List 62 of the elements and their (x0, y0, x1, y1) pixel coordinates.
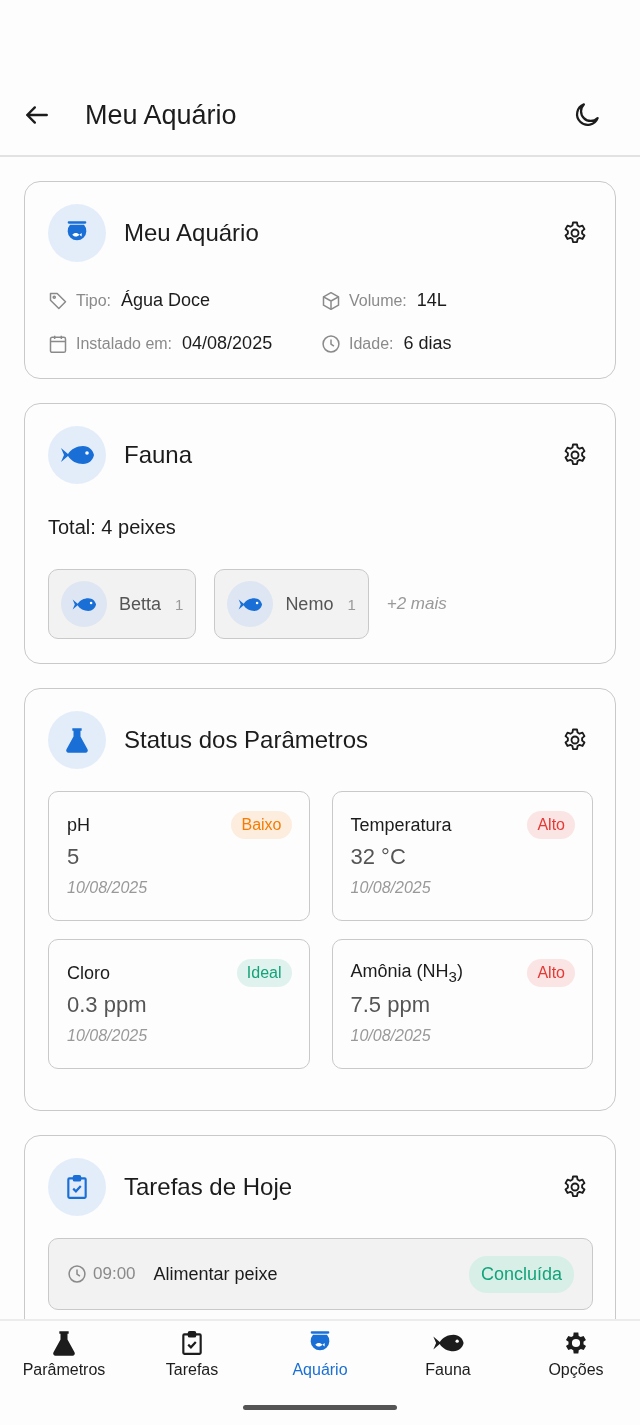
species-chip[interactable]: Betta 1 (48, 569, 197, 639)
flask-icon (63, 726, 91, 754)
fish-icon (431, 1332, 465, 1354)
task-row[interactable]: 09:00 Alimentar peixe Concluída (48, 1238, 593, 1310)
parameter-tile[interactable]: pH Baixo 5 10/08/2025 (48, 791, 310, 921)
clock-icon (67, 1264, 87, 1284)
species-chip[interactable]: Nemo 1 (214, 569, 369, 639)
detail-label: Tipo: (76, 291, 111, 310)
parameter-tile[interactable]: Temperatura Alto 32 °C 10/08/2025 (331, 791, 593, 921)
card-title: Status dos Parâmetros (124, 726, 370, 754)
detail-value: 04/08/2025 (182, 333, 273, 354)
clipboard-icon (179, 1330, 205, 1356)
parameter-value: 0.3 ppm (67, 992, 148, 1018)
detail-label: Idade: (349, 334, 394, 353)
species-name: Nemo (285, 593, 334, 615)
parameter-value: 32 °C (350, 844, 407, 870)
task-status-badge: Concluída (468, 1255, 574, 1293)
detail-value: 14L (416, 290, 447, 311)
fish-total: Total: 4 peixes (48, 516, 177, 539)
parameter-name: Temperatura (350, 814, 452, 836)
species-count: 1 (347, 595, 356, 613)
cube-icon (321, 290, 341, 311)
nav-tab[interactable]: Opções (512, 1329, 640, 1379)
status-badge: Alto (527, 811, 575, 839)
species-count: 1 (175, 595, 184, 613)
parameter-date: 10/08/2025 (350, 879, 432, 897)
clock-icon (321, 333, 341, 354)
task-time: 09:00 (93, 1264, 136, 1284)
fish-icon (71, 595, 97, 613)
detail-label: Instalado em: (76, 334, 173, 353)
tag-icon (48, 290, 68, 311)
detail-value: 6 dias (403, 333, 452, 354)
parameter-value: 7.5 ppm (350, 992, 431, 1018)
parameter-date: 10/08/2025 (67, 1027, 149, 1045)
task-name: Alimentar peixe (153, 1263, 279, 1285)
card-title: Fauna (124, 441, 194, 469)
species-name: Betta (119, 593, 162, 615)
card-title: Meu Aquário (124, 219, 260, 247)
flask-icon (50, 1329, 78, 1357)
parameter-name: Amônia (NH$_{3}$) (350, 961, 463, 985)
parameter-value: 5 (67, 844, 81, 870)
parameter-tile[interactable]: Amônia (NH$_{3}$) Alto 7.5 ppm 10/08/2025 (331, 939, 593, 1069)
parameter-date: 10/08/2025 (67, 879, 149, 897)
page-title: Meu Aquário (85, 99, 238, 131)
status-badge: Alto (527, 959, 575, 987)
detail-label: Volume: (349, 291, 407, 310)
nav-tab[interactable]: Aquário (256, 1329, 384, 1379)
detail-value: Água Doce (121, 290, 211, 311)
clipboard-icon (64, 1174, 90, 1200)
calendar-icon (48, 333, 68, 354)
fish-icon (237, 595, 264, 613)
status-badge: Baixo (231, 811, 292, 839)
parameter-name: pH (67, 814, 90, 836)
nav-tab[interactable]: Fauna (384, 1329, 512, 1379)
parameter-name: Cloro (67, 962, 110, 984)
nav-tab[interactable]: Tarefas (128, 1329, 256, 1379)
parameter-date: 10/08/2025 (350, 1027, 432, 1045)
nav-tab[interactable]: Parâmetros (0, 1329, 128, 1379)
card-title: Tarefas de Hoje (124, 1173, 294, 1201)
status-badge: Ideal (236, 959, 292, 987)
fish-icon (59, 443, 95, 467)
parameter-tile[interactable]: Cloro Ideal 0.3 ppm 10/08/2025 (48, 939, 310, 1069)
